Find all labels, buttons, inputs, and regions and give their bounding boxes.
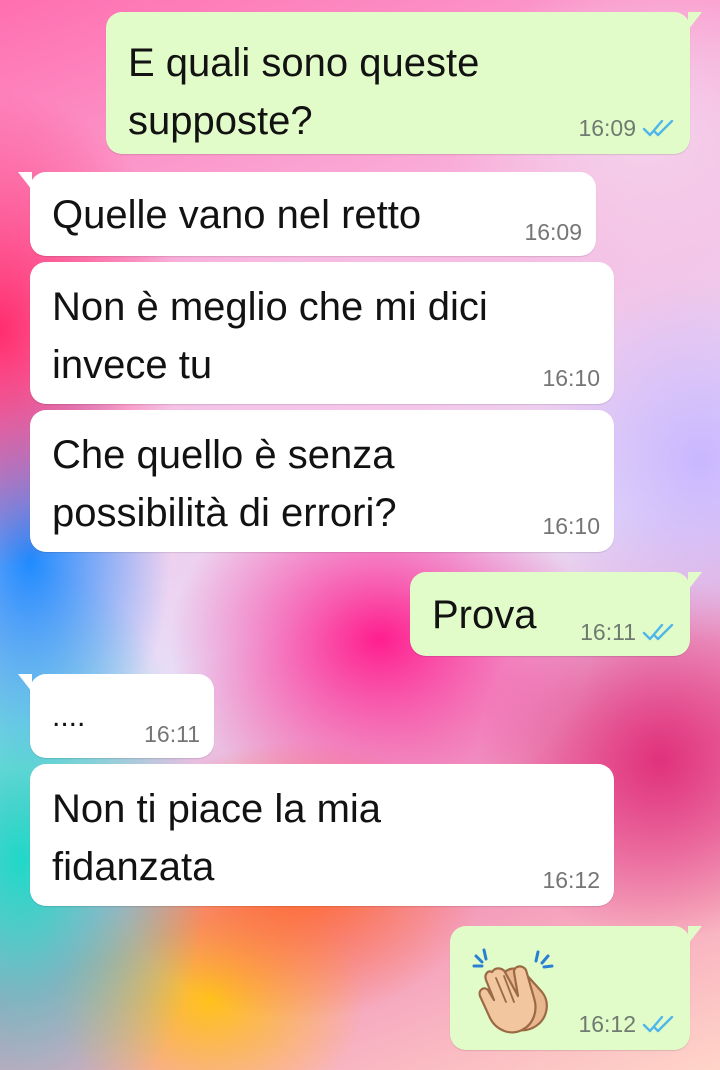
message-time: 16:09 [578, 115, 636, 141]
bubble-tail [18, 674, 32, 692]
message-time: 16:09 [524, 219, 582, 245]
message-time: 16:12 [578, 1011, 636, 1037]
message-meta: 16:12 [578, 1010, 676, 1038]
message-time: 16:12 [542, 867, 600, 893]
message-time: 16:10 [542, 365, 600, 391]
bubble-tail [688, 926, 702, 944]
message-text: Non è meglio che mi dici invece tu [52, 285, 499, 387]
read-ticks-icon [642, 119, 674, 137]
incoming-message[interactable]: .... 16:11 [18, 674, 214, 758]
outgoing-message[interactable]: 16:12 [450, 926, 702, 1050]
message-text: Quelle vano nel retto [52, 193, 422, 237]
incoming-message[interactable]: Quelle vano nel retto 16:09 [18, 172, 596, 256]
read-ticks-icon [642, 1015, 674, 1033]
read-ticks-icon [642, 623, 674, 641]
message-text: Che quello è senza possibilità di errori… [52, 433, 406, 535]
outgoing-message[interactable]: E quali sono queste supposte? 16:09 [106, 12, 702, 154]
message-text: Non ti piace la mia fidanzata [52, 787, 393, 889]
message-meta: 16:09 [524, 218, 582, 246]
outgoing-message[interactable]: Prova 16:11 [410, 572, 702, 656]
message-meta: 16:10 [542, 512, 600, 540]
bubble-tail [18, 172, 32, 190]
message-meta: 16:11 [580, 618, 676, 646]
message-time: 16:10 [542, 513, 600, 539]
bubble-tail [688, 572, 702, 590]
message-time: 16:11 [144, 721, 200, 747]
incoming-message[interactable]: Non ti piace la mia fidanzata 16:12 [30, 764, 614, 906]
message-meta: 16:11 [144, 720, 200, 748]
bubble-tail [688, 12, 702, 30]
message-meta: 16:09 [578, 114, 676, 142]
message-meta: 16:10 [542, 364, 600, 392]
clapping-hands-icon [472, 948, 554, 1034]
incoming-message[interactable]: Non è meglio che mi dici invece tu 16:10 [30, 262, 614, 404]
incoming-message[interactable]: Che quello è senza possibilità di errori… [30, 410, 614, 552]
conversation[interactable]: E quali sono queste supposte? 16:09 Quel… [0, 0, 720, 1070]
message-meta: 16:12 [542, 866, 600, 894]
message-time: 16:11 [580, 619, 636, 645]
